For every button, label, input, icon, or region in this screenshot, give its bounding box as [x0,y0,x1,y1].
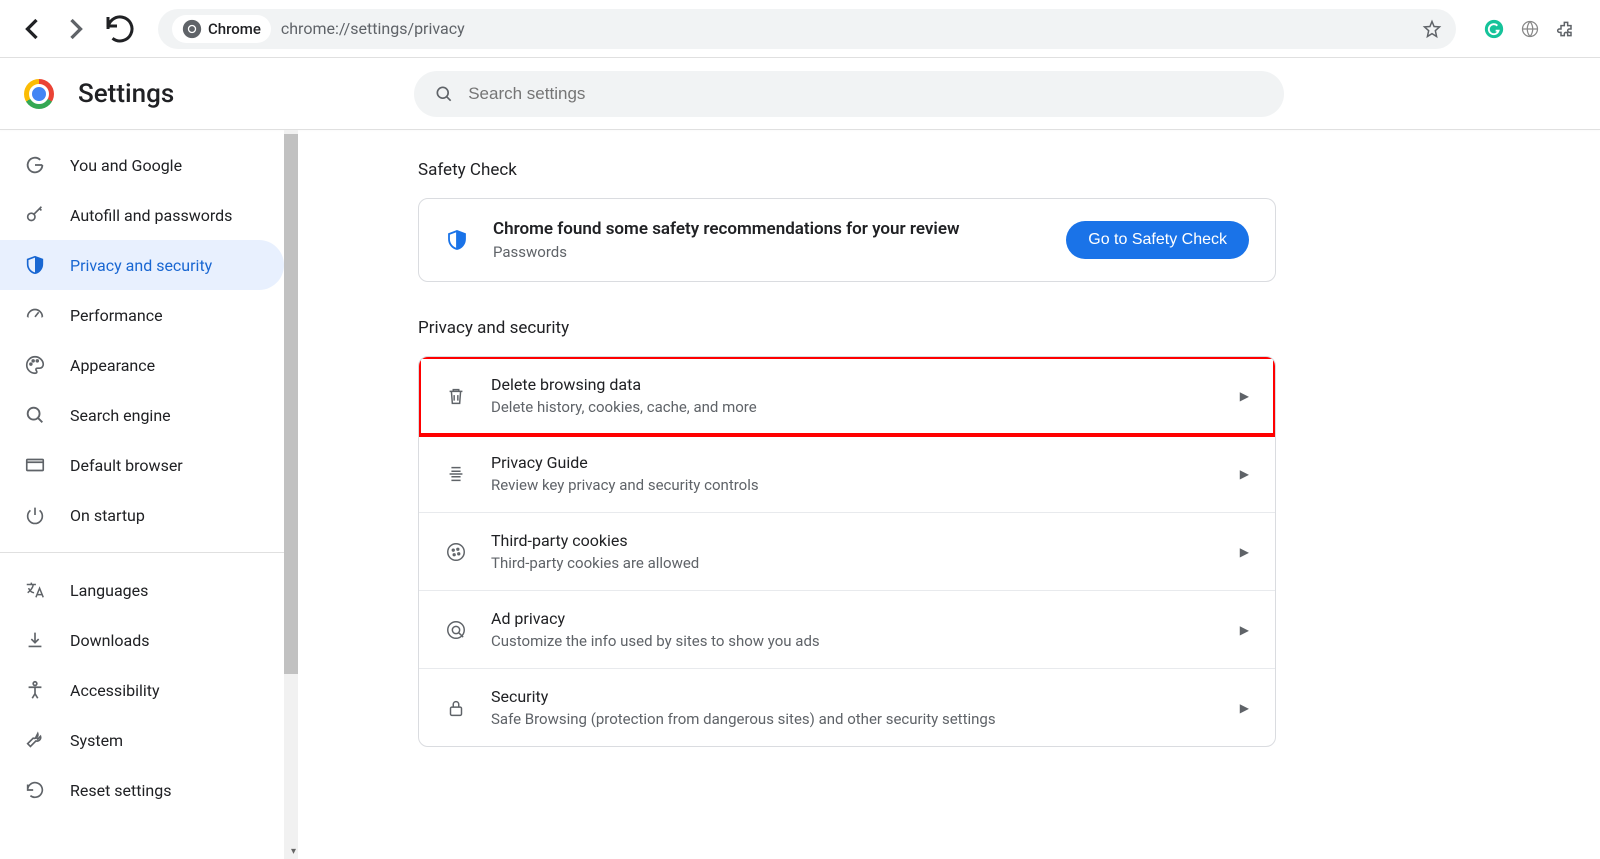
grammarly-icon[interactable] [1484,19,1504,39]
chrome-chip-label: Chrome [208,20,261,38]
sidebar-item-label: Appearance [70,356,155,375]
privacy-row-third-party-cookies[interactable]: Third-party cookies Third-party cookies a… [419,513,1275,591]
extensions-icon[interactable] [1556,19,1576,39]
chevron-right-icon: ▶ [1240,701,1249,715]
privacy-row-security[interactable]: Security Safe Browsing (protection from d… [419,669,1275,746]
accessibility-icon [24,679,46,701]
sidebar-item-label: You and Google [70,156,182,175]
chrome-small-icon [182,19,202,39]
shield-icon [24,254,46,276]
palette-icon [24,354,46,376]
lock-icon [445,697,467,719]
reset-icon [24,779,46,801]
nav-reload-button[interactable] [102,11,138,47]
row-title: Delete browsing data [491,375,1216,394]
sidebar-item-label: Downloads [70,631,149,650]
search-icon [24,404,46,426]
key-icon [24,204,46,226]
sidebar-item-search-engine[interactable]: Search engine [0,390,284,440]
guide-icon [445,463,467,485]
scrollbar-thumb[interactable] [284,134,298,674]
row-subtitle: Third-party cookies are allowed [491,554,1216,572]
nav-back-button[interactable] [14,11,50,47]
search-settings-box[interactable] [414,71,1284,117]
chevron-right-icon: ▶ [1240,545,1249,559]
sidebar-item-on-startup[interactable]: On startup [0,490,284,540]
nav-divider [0,552,298,553]
sidebar-item-reset-settings[interactable]: Reset settings [0,765,284,815]
row-title: Privacy Guide [491,453,1216,472]
privacy-row-ad-privacy[interactable]: Ad privacy Customize the info used by sit… [419,591,1275,669]
globe-icon[interactable] [1520,19,1540,39]
sidebar-item-label: Search engine [70,406,171,425]
nav-forward-button[interactable] [58,11,94,47]
sidebar-item-performance[interactable]: Performance [0,290,284,340]
sidebar-item-label: Default browser [70,456,183,475]
row-subtitle: Safe Browsing (protection from dangerous… [491,710,1216,728]
chevron-right-icon: ▶ [1240,467,1249,481]
sidebar-item-label: On startup [70,506,145,525]
sidebar-item-downloads[interactable]: Downloads [0,615,284,665]
chevron-right-icon: ▶ [1240,389,1249,403]
sidebar-item-privacy-and-security[interactable]: Privacy and security [0,240,284,290]
sidebar-item-you-and-google[interactable]: You and Google [0,140,284,190]
search-icon [434,84,454,104]
shield-icon [445,228,469,252]
row-subtitle: Review key privacy and security controls [491,476,1216,494]
chrome-chip: Chrome [172,15,271,43]
sidebar-item-system[interactable]: System [0,715,284,765]
sidebar-item-accessibility[interactable]: Accessibility [0,665,284,715]
main-panel: Safety Check Chrome found some safety re… [298,130,1600,859]
trash-icon [445,385,467,407]
translate-icon [24,579,46,601]
star-icon[interactable] [1422,19,1442,39]
row-subtitle: Customize the info used by sites to show… [491,632,1216,650]
search-input[interactable] [468,84,1264,104]
row-title: Ad privacy [491,609,1216,628]
chrome-logo-icon [24,79,54,109]
safety-check-card: Chrome found some safety recommendations… [418,198,1276,282]
safety-card-title: Chrome found some safety recommendations… [493,219,1042,239]
sidebar-item-autofill-and-passwords[interactable]: Autofill and passwords [0,190,284,240]
address-bar[interactable]: Chrome chrome://settings/privacy [158,9,1456,49]
wrench-icon [24,729,46,751]
scroll-down-arrow[interactable]: ▾ [291,846,296,857]
sidebar-item-label: Privacy and security [70,256,212,275]
ad-icon [445,619,467,641]
safety-check-heading: Safety Check [418,160,1600,180]
safety-card-sub: Passwords [493,243,1042,261]
sidebar-item-appearance[interactable]: Appearance [0,340,284,390]
speed-icon [24,304,46,326]
download-icon [24,629,46,651]
url-text: chrome://settings/privacy [281,19,465,38]
go-to-safety-check-button[interactable]: Go to Safety Check [1066,221,1249,259]
privacy-security-heading: Privacy and security [418,318,1600,338]
row-subtitle: Delete history, cookies, cache, and more [491,398,1216,416]
sidebar-item-label: Reset settings [70,781,171,800]
privacy-row-delete-browsing-data[interactable]: Delete browsing data Delete history, cook… [419,357,1275,435]
chevron-right-icon: ▶ [1240,623,1249,637]
window-icon [24,454,46,476]
privacy-row-privacy-guide[interactable]: Privacy Guide Review key privacy and secu… [419,435,1275,513]
sidebar-item-languages[interactable]: Languages [0,565,284,615]
g-icon [24,154,46,176]
cookie-icon [445,541,467,563]
sidebar-item-label: Performance [70,306,163,325]
privacy-list-card: Delete browsing data Delete history, cook… [418,356,1276,747]
row-title: Security [491,687,1216,706]
power-icon [24,504,46,526]
browser-toolbar: Chrome chrome://settings/privacy [0,0,1600,58]
sidebar-item-default-browser[interactable]: Default browser [0,440,284,490]
settings-header: Settings [0,58,1600,130]
sidebar: You and Google Autofill and passwords Priv… [0,130,298,859]
sidebar-item-label: Languages [70,581,148,600]
sidebar-item-label: System [70,731,123,750]
row-title: Third-party cookies [491,531,1216,550]
sidebar-item-label: Accessibility [70,681,160,700]
sidebar-scrollbar[interactable]: ▾ [284,130,298,859]
sidebar-item-label: Autofill and passwords [70,206,232,225]
page-title: Settings [78,79,174,109]
